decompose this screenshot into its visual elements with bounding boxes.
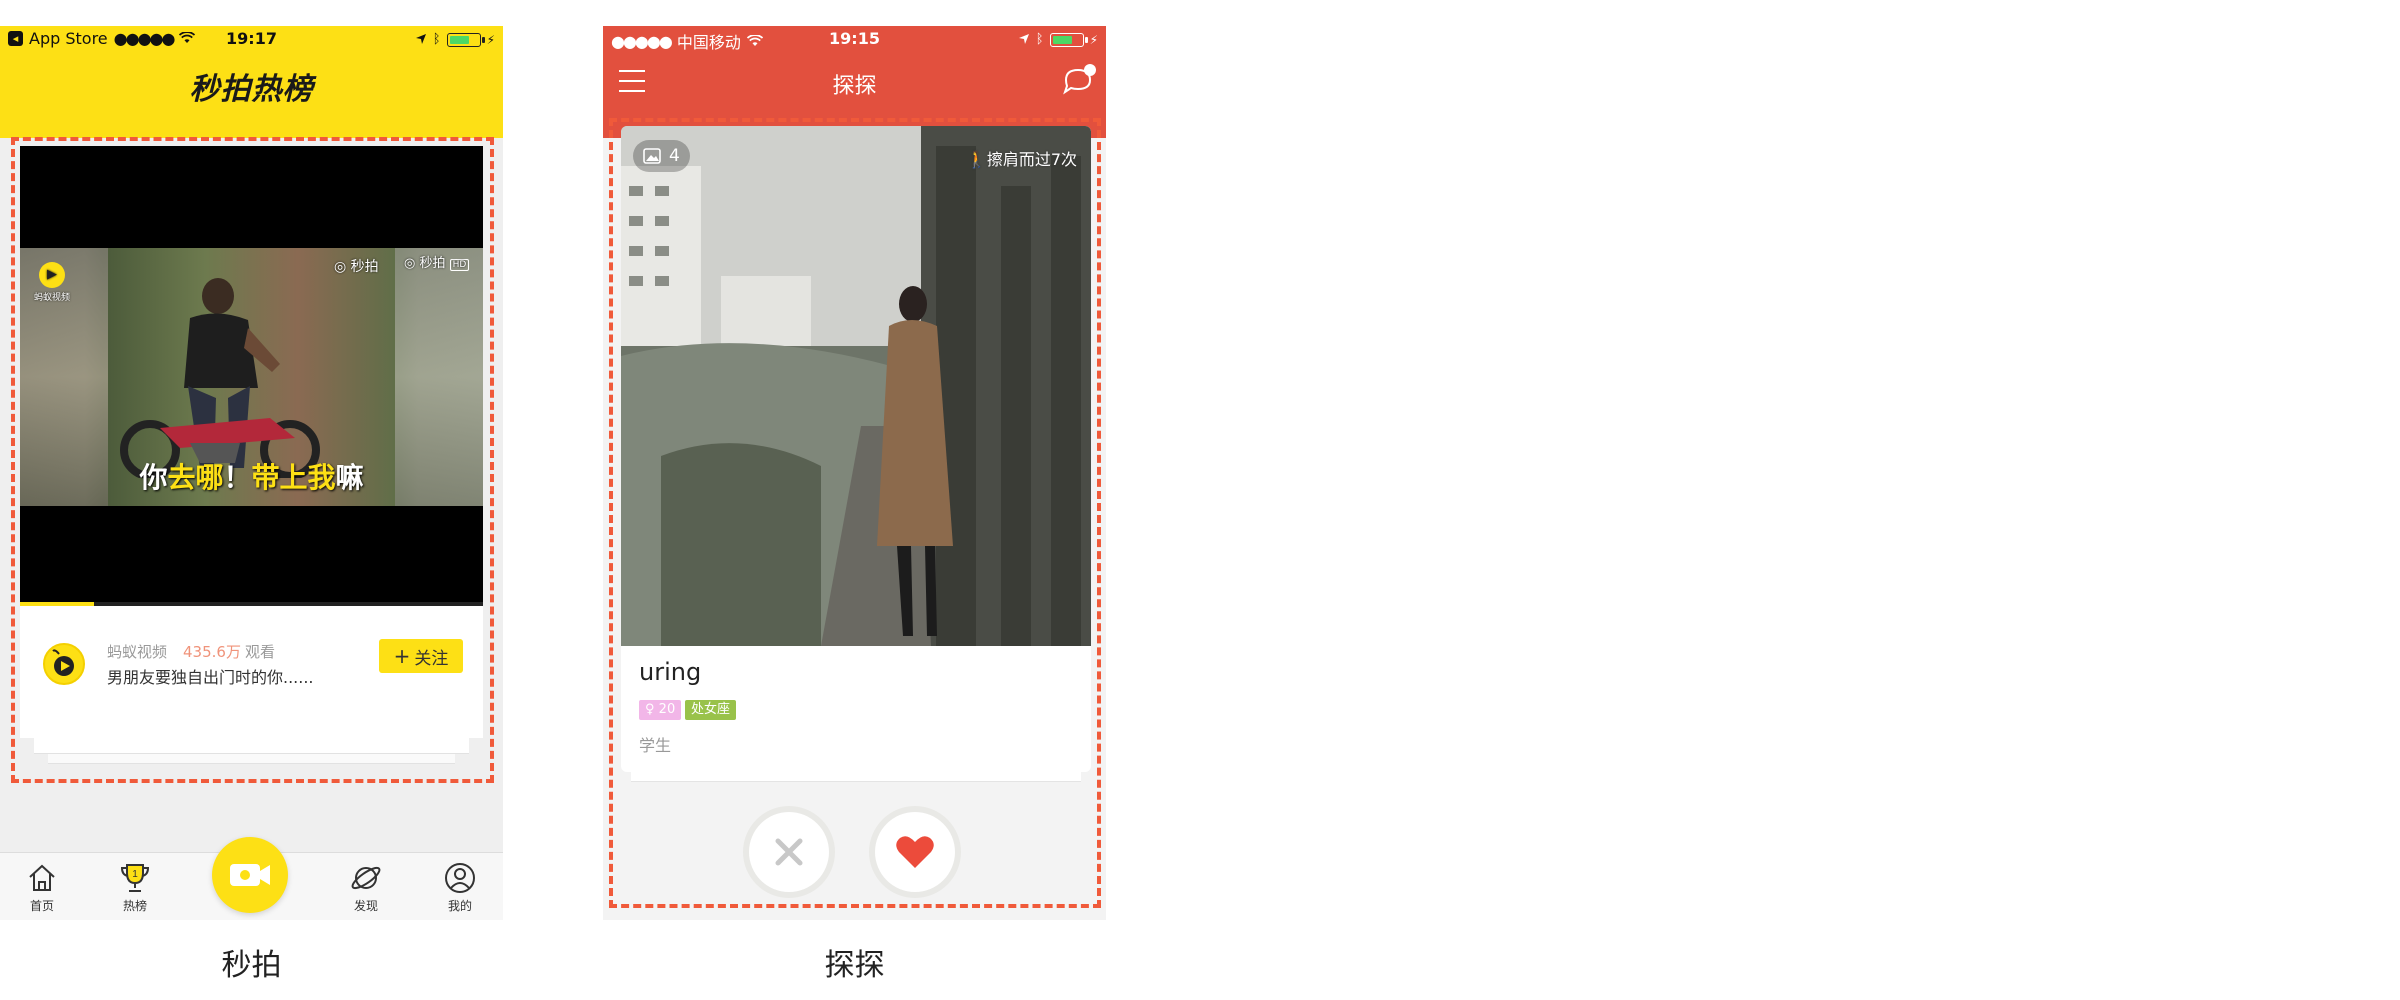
planet-icon [351, 866, 381, 890]
channel-avatar[interactable] [43, 643, 85, 685]
page-title: 探探 [832, 74, 877, 99]
bluetooth-icon: ᛒ [1035, 32, 1044, 47]
video-caption: 你去哪！带上我嘛 [139, 461, 364, 494]
svg-text:1: 1 [132, 869, 138, 880]
battery-icon [446, 32, 485, 47]
stacked-card-back [48, 754, 455, 764]
passed-by-count: 🚶擦肩而过7次 [966, 150, 1077, 169]
view-count: 435.6万 [183, 643, 241, 661]
miaopai-screen: ◂ App Store ●●●●● 19:17 ᛒ ⚡ 秒拍热榜 ▶ 蚂蚁视频 … [0, 26, 503, 920]
location-icon [1018, 30, 1030, 49]
channel-watermark-logo: ▶ [39, 262, 65, 288]
video-description[interactable]: 男朋友要独自出门时的你...... [107, 664, 314, 688]
stacked-card-back [631, 772, 1081, 782]
photo-count-badge: 4 [633, 140, 690, 172]
video-player[interactable]: ▶ 蚂蚁视频 ◎ 秒拍 ◎ 秒拍 HD 你去哪！带上我嘛 [20, 146, 483, 606]
location-icon [415, 30, 427, 49]
message-icon[interactable] [1062, 62, 1098, 96]
trophy-icon: 1 [120, 864, 150, 892]
stacked-card-middle [34, 738, 469, 754]
bluetooth-icon: ᛒ [432, 32, 441, 47]
follow-button[interactable]: + 关注 [379, 639, 463, 673]
miaopai-watermark: ◎ 秒拍 [334, 259, 379, 275]
photo-scene [621, 126, 1091, 646]
video-frame: ▶ 蚂蚁视频 ◎ 秒拍 ◎ 秒拍 HD 你去哪！带上我嘛 [20, 248, 483, 506]
miaopai-watermark-right: ◎ 秒拍 HD [404, 252, 470, 271]
walking-icon: 🚶 [966, 150, 987, 169]
zodiac-badge: 处女座 [685, 700, 737, 720]
tab-hot-list[interactable]: 1 热榜 [105, 861, 165, 914]
profile-photo[interactable]: 4 🚶擦肩而过7次 [621, 126, 1091, 646]
plus-icon: + [393, 644, 411, 668]
tab-discover[interactable]: 发现 [336, 861, 396, 914]
tantan-app-label: 探探 [824, 948, 885, 983]
dislike-button[interactable] [743, 806, 835, 898]
tantan-screen: ●●●●● 中国移动 19:15 ᛒ ⚡ 探探 4 🚶擦肩而过7次 uring … [603, 26, 1106, 920]
status-bar: ◂ App Store ●●●●● 19:17 ᛒ ⚡ [0, 26, 503, 52]
channel-meta: 蚂蚁视频 435.6万 观看 [107, 641, 275, 662]
like-button[interactable] [869, 806, 961, 898]
home-icon [29, 864, 55, 891]
video-info-card: 蚂蚁视频 435.6万 观看 男朋友要独自出门时的你...... + 关注 [20, 606, 483, 738]
video-camera-icon [230, 864, 270, 886]
hd-badge: HD [449, 259, 470, 271]
tab-home[interactable]: 首页 [12, 861, 72, 914]
page-title: 秒拍热榜 [189, 72, 314, 107]
age-badge: ♀ 20 [639, 700, 682, 720]
user-icon [445, 863, 475, 893]
charging-icon: ⚡ [1089, 32, 1098, 47]
profile-occupation: 学生 [639, 736, 672, 755]
battery-icon [1049, 32, 1088, 47]
channel-watermark: ▶ 蚂蚁视频 [34, 262, 70, 303]
image-icon [643, 148, 661, 164]
record-video-button[interactable] [212, 837, 288, 913]
profile-info-card: uring ♀ 20 处女座 学生 [621, 646, 1091, 772]
profile-name: uring [639, 658, 702, 686]
follow-label: 关注 [414, 648, 449, 669]
miaopai-app-label: 秒拍 [221, 948, 282, 983]
female-icon: ♀ [645, 702, 655, 717]
channel-name[interactable]: 蚂蚁视频 [107, 643, 167, 661]
view-count-suffix: 观看 [244, 643, 275, 661]
status-bar: ●●●●● 中国移动 19:15 ᛒ ⚡ [603, 26, 1106, 52]
close-icon [775, 838, 803, 866]
heart-icon [896, 836, 934, 868]
charging-icon: ⚡ [486, 32, 495, 47]
tab-me[interactable]: 我的 [430, 861, 490, 914]
